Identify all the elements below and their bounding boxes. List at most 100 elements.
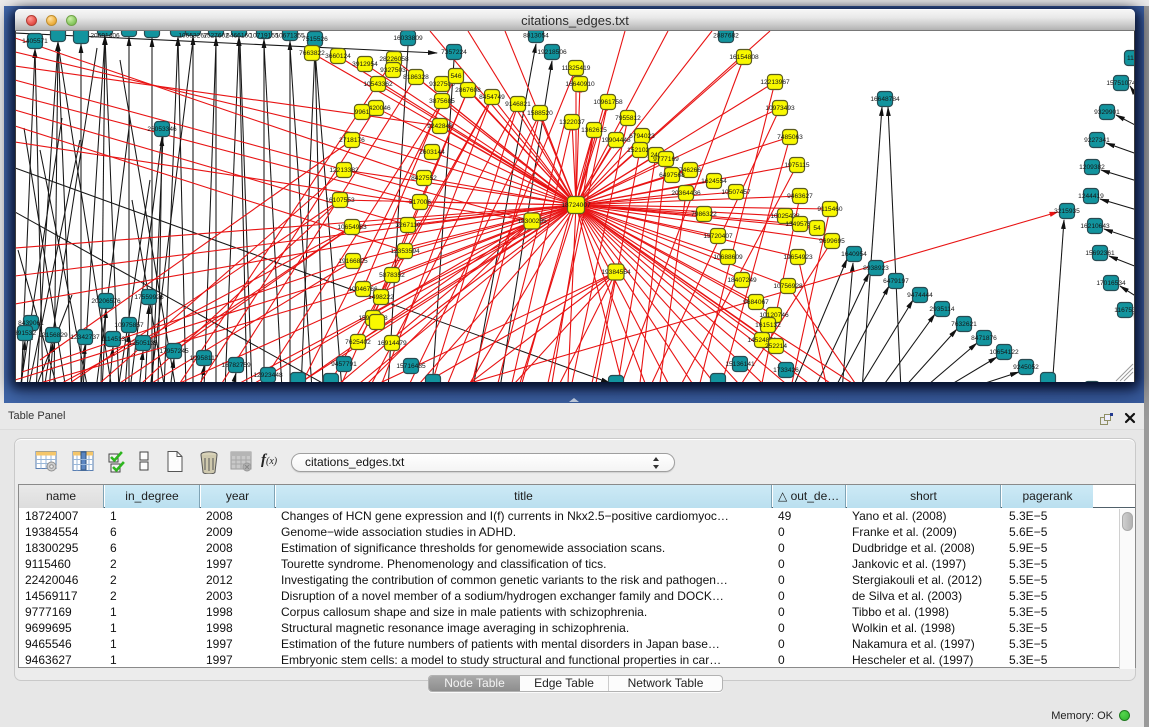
svg-text:16648784: 16648784 [870, 96, 900, 103]
svg-text:10973493: 10973493 [765, 105, 795, 112]
svg-text:54: 54 [813, 225, 821, 232]
svg-text:6466160: 6466160 [226, 33, 252, 40]
svg-text:7515526: 7515526 [302, 36, 328, 43]
svg-text:19166825: 19166825 [338, 258, 368, 265]
svg-text:7625402: 7625402 [345, 339, 371, 346]
svg-text:7357224: 7357224 [441, 49, 467, 56]
svg-text:7986322: 7986322 [691, 211, 717, 218]
svg-text:1209382: 1209382 [1079, 164, 1105, 171]
svg-text:20364436: 20364436 [671, 190, 701, 197]
svg-text:9463627: 9463627 [787, 193, 813, 200]
svg-text:15136141: 15136141 [725, 361, 755, 368]
svg-text:16782759: 16782759 [221, 362, 251, 369]
svg-text:12213382: 12213382 [329, 167, 359, 174]
svg-text:16210643: 16210643 [1080, 223, 1110, 230]
svg-text:8454749: 8454749 [479, 94, 505, 101]
svg-text:3875685: 3875685 [429, 98, 455, 105]
svg-text:18724007: 18724007 [561, 202, 591, 209]
svg-text:12213967: 12213967 [760, 79, 790, 86]
svg-text:3215935: 3215935 [1054, 208, 1080, 215]
svg-text:1244419: 1244419 [1078, 193, 1104, 200]
svg-text:15692361: 15692361 [1085, 250, 1115, 257]
svg-text:1624554: 1624554 [701, 178, 727, 185]
svg-text:12156829: 12156829 [38, 332, 68, 339]
svg-text:2867608: 2867608 [455, 87, 481, 94]
svg-text:10654122: 10654122 [989, 349, 1019, 356]
svg-text:10654983: 10654983 [337, 224, 367, 231]
svg-text:5878352: 5878352 [379, 272, 405, 279]
svg-text:10688609: 10688609 [713, 254, 743, 261]
svg-text:12923448: 12923448 [253, 372, 283, 379]
svg-text:7955812: 7955812 [615, 115, 641, 122]
svg-text:1640954: 1640954 [841, 251, 867, 258]
svg-text:116753: 116753 [1114, 307, 1134, 314]
svg-text:12353594: 12353594 [390, 248, 420, 255]
svg-text:1588520: 1588520 [527, 110, 553, 117]
svg-text:9777169: 9777169 [653, 156, 679, 163]
svg-text:11325419: 11325419 [562, 65, 591, 72]
svg-text:2935114: 2935114 [929, 306, 955, 313]
svg-text:3660124: 3660124 [325, 53, 351, 60]
svg-text:19384554: 19384554 [601, 269, 631, 276]
svg-text:1975115: 1975115 [784, 162, 810, 169]
svg-text:9245052: 9245052 [1013, 364, 1039, 371]
svg-text:9961: 9961 [355, 109, 370, 116]
svg-text:16154808: 16154808 [729, 54, 759, 61]
svg-text:8471876: 8471876 [971, 335, 997, 342]
svg-text:6794023: 6794023 [629, 133, 655, 140]
svg-text:2603144: 2603144 [419, 149, 445, 156]
svg-text:8938923: 8938923 [863, 265, 889, 272]
svg-text:1322037: 1322037 [559, 119, 585, 126]
svg-text:9115460: 9115460 [817, 206, 843, 213]
svg-text:17957245: 17957245 [159, 348, 189, 355]
svg-text:2887682: 2887682 [713, 33, 739, 40]
svg-text:1615132: 1615132 [755, 322, 781, 329]
svg-text:9327503: 9327503 [380, 67, 406, 74]
svg-text:7485063: 7485063 [777, 134, 803, 141]
svg-text:16914479: 16914479 [377, 340, 407, 347]
svg-text:1733426: 1733426 [773, 367, 799, 374]
svg-text:546: 546 [450, 73, 461, 80]
svg-text:16107553: 16107553 [325, 197, 355, 204]
svg-text:7632621: 7632621 [951, 321, 977, 328]
svg-text:3912954: 3912954 [352, 61, 378, 68]
svg-text:18407249: 18407249 [727, 277, 757, 284]
svg-text:20206576: 20206576 [91, 298, 121, 305]
svg-text:317006: 317006 [409, 199, 431, 206]
svg-text:17016534: 17016534 [1096, 280, 1126, 287]
svg-text:8813054: 8813054 [523, 33, 549, 40]
svg-text:1405571: 1405571 [22, 38, 48, 45]
svg-text:10975857: 10975857 [114, 322, 144, 329]
svg-text:1114513: 1114513 [101, 336, 126, 343]
svg-text:18300295: 18300295 [517, 218, 547, 225]
svg-text:9146821: 9146821 [505, 101, 531, 108]
svg-text:8427552: 8427552 [411, 175, 437, 182]
svg-text:2718176: 2718176 [339, 137, 365, 144]
svg-text:9329901: 9329901 [1094, 109, 1120, 116]
svg-text:6497568: 6497568 [659, 172, 685, 179]
svg-text:3267110: 3267110 [395, 222, 421, 229]
svg-text:9457791: 9457791 [331, 361, 357, 368]
svg-text:391532: 391532 [16, 330, 36, 337]
svg-text:9684067: 9684067 [743, 299, 769, 306]
svg-text:15751074: 15751074 [1106, 80, 1134, 87]
svg-text:252214: 252214 [765, 343, 787, 350]
svg-text:19218506: 19218506 [537, 49, 567, 56]
svg-text:17559926: 17559926 [134, 294, 164, 301]
svg-text:10958117: 10958117 [190, 355, 219, 362]
svg-text:16640910: 16640910 [565, 81, 595, 88]
svg-text:8186328: 8186328 [403, 74, 429, 81]
svg-text:1498222: 1498222 [368, 294, 394, 301]
svg-text:9242848: 9242848 [427, 123, 453, 130]
svg-text:19904448: 19904448 [601, 137, 631, 144]
svg-text:111: 111 [1127, 55, 1134, 62]
svg-text:10671355: 10671355 [275, 33, 305, 40]
svg-text:9474444: 9474444 [907, 292, 933, 299]
svg-text:12342737: 12342737 [70, 334, 100, 341]
svg-text:19654923: 19654923 [783, 254, 813, 261]
svg-text:9227341: 9227341 [1084, 137, 1110, 144]
svg-text:20691406: 20691406 [90, 33, 120, 40]
svg-text:26053346: 26053346 [147, 126, 177, 133]
svg-text:9699695: 9699695 [819, 238, 845, 245]
svg-text:1362615: 1362615 [581, 127, 607, 134]
